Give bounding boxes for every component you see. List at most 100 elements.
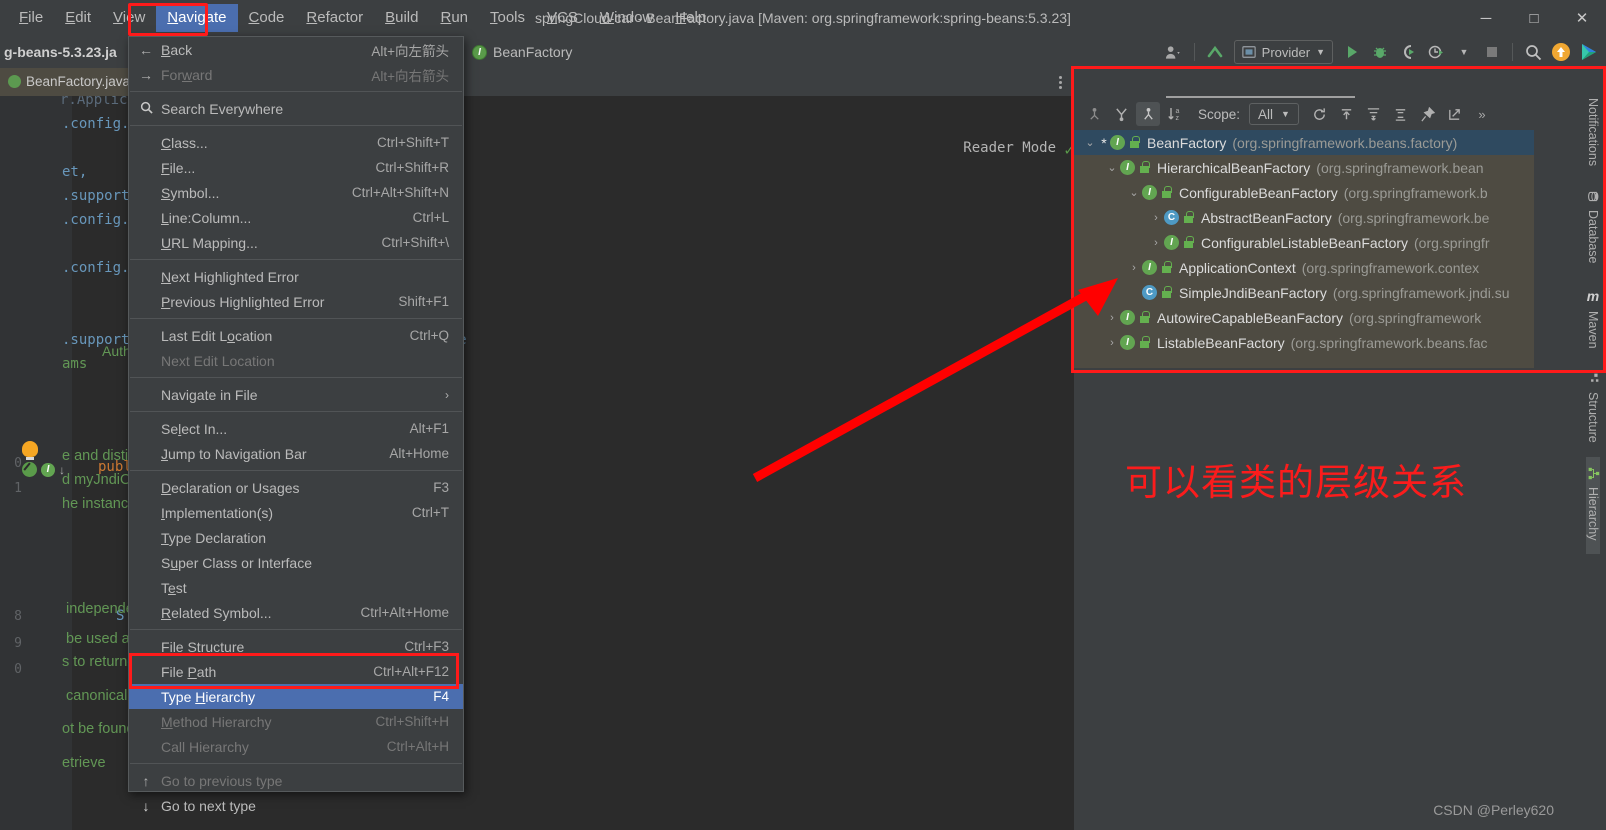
menu-view[interactable]: View xyxy=(102,4,156,32)
implemented-interface-icon[interactable]: I xyxy=(41,462,55,477)
hierarchy-toolbar[interactable]: az Scope: All ▼ » xyxy=(1074,98,1534,130)
chevron-down-icon[interactable]: ⌄ xyxy=(1104,161,1120,174)
scope-select[interactable]: All ▼ xyxy=(1249,103,1299,125)
tree-node[interactable]: › C AbstractBeanFactory (org.springframe… xyxy=(1074,205,1534,230)
subtypes-hierarchy-icon[interactable] xyxy=(1109,102,1133,126)
menu-window[interactable]: Window xyxy=(589,4,664,32)
menu-code[interactable]: Code xyxy=(238,4,296,32)
reader-mode-label[interactable]: Reader Mode xyxy=(963,140,1056,156)
debug-icon[interactable] xyxy=(1367,39,1393,65)
menu-help[interactable]: Help xyxy=(664,4,717,32)
menu-item-file-structure[interactable]: File Structure Ctrl+F3 xyxy=(129,634,463,659)
tree-node[interactable]: C SimpleJndiBeanFactory (org.springframe… xyxy=(1074,280,1534,305)
open-in-editor-icon[interactable] xyxy=(1443,102,1467,126)
maximize-button[interactable]: □ xyxy=(1510,0,1558,36)
editor-tab-beanfactory[interactable]: BeanFactory.java xyxy=(0,68,139,96)
tree-node[interactable]: ⌄ I ConfigurableBeanFactory (org.springf… xyxy=(1074,180,1534,205)
menu-item-type-hierarchy[interactable]: Type Hierarchy F4 xyxy=(129,684,463,709)
tool-button-hierarchy[interactable]: Hierarchy xyxy=(1586,456,1600,555)
menu-refactor[interactable]: Refactor xyxy=(295,4,374,32)
menu-item-type-declaration[interactable]: Type Declaration xyxy=(129,525,463,550)
stop-icon[interactable] xyxy=(1479,39,1505,65)
chevron-right-icon[interactable]: › xyxy=(1148,212,1164,224)
menu-item-back[interactable]: ← Back Alt+向左箭头 xyxy=(129,37,463,62)
spring-bean-icon[interactable] xyxy=(22,462,37,477)
window-controls[interactable]: ─ □ ✕ xyxy=(1462,0,1606,36)
chevron-down-icon[interactable]: ▼ xyxy=(1451,39,1477,65)
tab-options-icon[interactable] xyxy=(1052,72,1068,92)
menu-item-line-column[interactable]: Line:Column... Ctrl+L xyxy=(129,205,463,230)
menu-item-navigate-in-file[interactable]: Navigate in File › xyxy=(129,382,463,407)
chevron-right-icon[interactable]: › xyxy=(1148,237,1164,249)
menu-item-last-edit-location[interactable]: Last Edit Location Ctrl+Q xyxy=(129,323,463,348)
run-icon[interactable] xyxy=(1339,39,1365,65)
more-icon[interactable]: » xyxy=(1470,102,1494,126)
run-with-coverage-icon[interactable] xyxy=(1395,39,1421,65)
user-icon[interactable] xyxy=(1161,39,1187,65)
menu-navigate[interactable]: Navigate xyxy=(156,4,238,32)
intention-bulb-icon[interactable] xyxy=(22,441,38,460)
jar-breadcrumb-label[interactable]: g-beans-5.3.23.ja xyxy=(0,44,117,60)
tree-node[interactable]: › I ApplicationContext (org.springframew… xyxy=(1074,255,1534,280)
menu-item-declaration-or-usages[interactable]: Declaration or Usages F3 xyxy=(129,475,463,500)
chevron-right-icon[interactable]: › xyxy=(1126,262,1142,274)
expand-all-icon[interactable] xyxy=(1362,102,1386,126)
menu-item-previous-highlighted-error[interactable]: Previous Highlighted Error Shift+F1 xyxy=(129,289,463,314)
tool-button-database[interactable]: Database xyxy=(1586,180,1600,278)
menu-edit[interactable]: Edit xyxy=(54,4,102,32)
menu-item-search-everywhere[interactable]: Search Everywhere xyxy=(129,96,463,121)
menu-item-go-to-next-type[interactable]: ↓ Go to next type xyxy=(129,793,463,818)
main-toolbar[interactable]: Provider ▼ ▼ xyxy=(1161,36,1602,68)
menu-item-symbol[interactable]: Symbol... Ctrl+Alt+Shift+N xyxy=(129,180,463,205)
supertypes-hierarchy-icon[interactable] xyxy=(1082,102,1106,126)
menu-item-select-in[interactable]: Select In... Alt+F1 xyxy=(129,416,463,441)
tool-button-maven[interactable]: m Maven xyxy=(1586,278,1600,363)
class-hierarchy-icon[interactable] xyxy=(1136,102,1160,126)
hierarchy-tree[interactable]: ⌄ * I BeanFactory (org.springframework.b… xyxy=(1074,130,1534,368)
tree-node[interactable]: › I AutowireCapableBeanFactory (org.spri… xyxy=(1074,305,1534,330)
menu-item-label: Test xyxy=(161,579,187,596)
sort-alphabetically-icon[interactable]: az xyxy=(1163,102,1187,126)
menu-build[interactable]: Build xyxy=(374,4,429,32)
search-icon[interactable] xyxy=(1520,39,1546,65)
menu-item-url-mapping[interactable]: URL Mapping... Ctrl+Shift+\ xyxy=(129,230,463,255)
hierarchy-tool-window[interactable]: Hierarchy: Subtypes of BeanFactory ✕ ⚙ —… xyxy=(1074,68,1534,368)
gutter-marker-group[interactable]: I ↓ xyxy=(22,462,65,477)
refresh-icon[interactable] xyxy=(1308,102,1332,126)
menu-item-file[interactable]: File... Ctrl+Shift+R xyxy=(129,155,463,180)
export-icon[interactable] xyxy=(1335,102,1359,126)
menu-tools[interactable]: Tools xyxy=(479,4,536,32)
menu-item-file-path[interactable]: File Path Ctrl+Alt+F12 xyxy=(129,659,463,684)
breadcrumb[interactable]: I BeanFactory xyxy=(472,36,572,68)
tree-node[interactable]: ⌄ * I BeanFactory (org.springframework.b… xyxy=(1074,130,1534,155)
menu-item-next-highlighted-error[interactable]: Next Highlighted Error xyxy=(129,264,463,289)
inspection-ok-icon[interactable]: ✓ xyxy=(1064,140,1074,159)
run-configuration-select[interactable]: Provider ▼ xyxy=(1233,40,1333,64)
menu-item-super-class-or-interface[interactable]: Super Class or Interface xyxy=(129,550,463,575)
menu-bar[interactable]: File Edit View Navigate Code Refactor Bu… xyxy=(0,0,717,36)
tree-node[interactable]: ⌄ I HierarchicalBeanFactory (org.springf… xyxy=(1074,155,1534,180)
menu-item-class[interactable]: Class... Ctrl+Shift+T xyxy=(129,130,463,155)
vcs-update-icon[interactable] xyxy=(1202,39,1228,65)
update-project-icon[interactable] xyxy=(1548,39,1574,65)
close-button[interactable]: ✕ xyxy=(1558,0,1606,36)
chevron-down-icon[interactable]: ⌄ xyxy=(1082,136,1098,149)
menu-file[interactable]: File xyxy=(8,4,54,32)
tree-node[interactable]: › I ListableBeanFactory (org.springframe… xyxy=(1074,330,1534,355)
tree-node[interactable]: › I ConfigurableListableBeanFactory (org… xyxy=(1074,230,1534,255)
ide-icon[interactable] xyxy=(1576,39,1602,65)
navigate-dropdown-menu[interactable]: ← Back Alt+向左箭头 → Forward Alt+向右箭头 Searc… xyxy=(128,36,464,814)
menu-item-related-symbol[interactable]: Related Symbol... Ctrl+Alt+Home xyxy=(129,600,463,625)
tool-button-structure[interactable]: Structure xyxy=(1586,362,1600,457)
menu-item-implementations[interactable]: Implementation(s) Ctrl+T xyxy=(129,500,463,525)
pin-icon[interactable] xyxy=(1416,102,1440,126)
menu-item-test[interactable]: Test xyxy=(129,575,463,600)
menu-vcs[interactable]: VCS xyxy=(536,4,589,32)
menu-item-jump-to-navigation-bar[interactable]: Jump to Navigation Bar Alt+Home xyxy=(129,441,463,466)
profiler-icon[interactable] xyxy=(1423,39,1449,65)
collapse-all-icon[interactable] xyxy=(1389,102,1413,126)
menu-run[interactable]: Run xyxy=(429,4,479,32)
minimize-button[interactable]: ─ xyxy=(1462,0,1510,36)
chevron-down-icon[interactable]: ⌄ xyxy=(1126,186,1142,199)
right-tool-strip[interactable]: Notifications Database m Maven Structure… xyxy=(1580,68,1606,830)
